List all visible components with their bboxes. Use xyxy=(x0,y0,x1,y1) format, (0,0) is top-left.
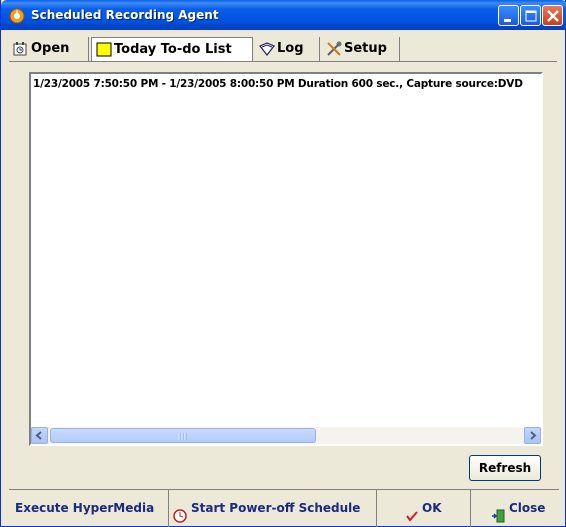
execute-hypermedia-label: Execute HyperMedia xyxy=(15,501,155,515)
tab-bar: Open Today To-do List Log Setup xyxy=(9,37,557,61)
horizontal-scrollbar[interactable] xyxy=(31,427,541,444)
tab-today-todo-list[interactable]: Today To-do List xyxy=(91,37,253,61)
start-power-off-schedule-button[interactable]: Start Power-off Schedule xyxy=(171,490,377,527)
close-icon xyxy=(547,10,559,22)
tab-open[interactable]: Open xyxy=(9,37,89,61)
tab-log[interactable]: Log xyxy=(255,37,320,61)
tab-open-label: Open xyxy=(31,41,70,56)
title-bar[interactable]: Scheduled Recording Agent xyxy=(1,0,566,30)
maximize-button[interactable] xyxy=(520,5,541,26)
grip-icon xyxy=(178,433,187,440)
refresh-button[interactable]: Refresh xyxy=(469,455,541,481)
tab-today-todo-list-label: Today To-do List xyxy=(114,42,232,57)
tab-setup-label: Setup xyxy=(344,41,387,56)
start-power-off-schedule-label: Start Power-off Schedule xyxy=(191,501,361,515)
scroll-left-button[interactable] xyxy=(31,427,48,444)
bottom-toolbar: Execute HyperMedia Start Power-off Sched… xyxy=(9,489,559,527)
arrow-right-icon xyxy=(530,431,537,440)
checkmark-icon xyxy=(405,501,419,522)
ok-label: OK xyxy=(422,501,442,515)
close-window-button[interactable] xyxy=(542,5,563,26)
maximize-icon xyxy=(525,10,537,22)
close-label: Close xyxy=(509,501,546,515)
arrow-left-icon xyxy=(35,431,42,440)
tab-setup[interactable]: Setup xyxy=(322,37,400,61)
list-item[interactable]: 1/23/2005 7:50:50 PM - 1/23/2005 8:00:50… xyxy=(33,78,523,90)
window-title: Scheduled Recording Agent xyxy=(31,8,219,22)
clock-icon xyxy=(13,41,29,57)
app-logo-icon xyxy=(9,8,25,24)
minimize-button[interactable] xyxy=(498,5,519,26)
door-exit-icon xyxy=(491,501,505,523)
tools-icon xyxy=(326,41,342,57)
ok-button[interactable]: OK xyxy=(379,490,471,527)
alarm-clock-icon xyxy=(173,501,187,523)
book-icon xyxy=(259,41,275,57)
minimize-icon xyxy=(504,19,511,22)
app-window: Scheduled Recording Agent Open Today To-… xyxy=(0,0,566,527)
close-button[interactable]: Close xyxy=(473,490,559,527)
note-icon xyxy=(96,42,112,58)
todo-listbox[interactable]: 1/23/2005 7:50:50 PM - 1/23/2005 8:00:50… xyxy=(29,72,543,446)
scroll-thumb[interactable] xyxy=(50,428,316,443)
execute-hypermedia-button[interactable]: Execute HyperMedia xyxy=(9,490,169,527)
todo-panel: 1/23/2005 7:50:50 PM - 1/23/2005 8:00:50… xyxy=(9,61,557,446)
tab-log-label: Log xyxy=(277,41,304,56)
scroll-right-button[interactable] xyxy=(524,427,541,444)
